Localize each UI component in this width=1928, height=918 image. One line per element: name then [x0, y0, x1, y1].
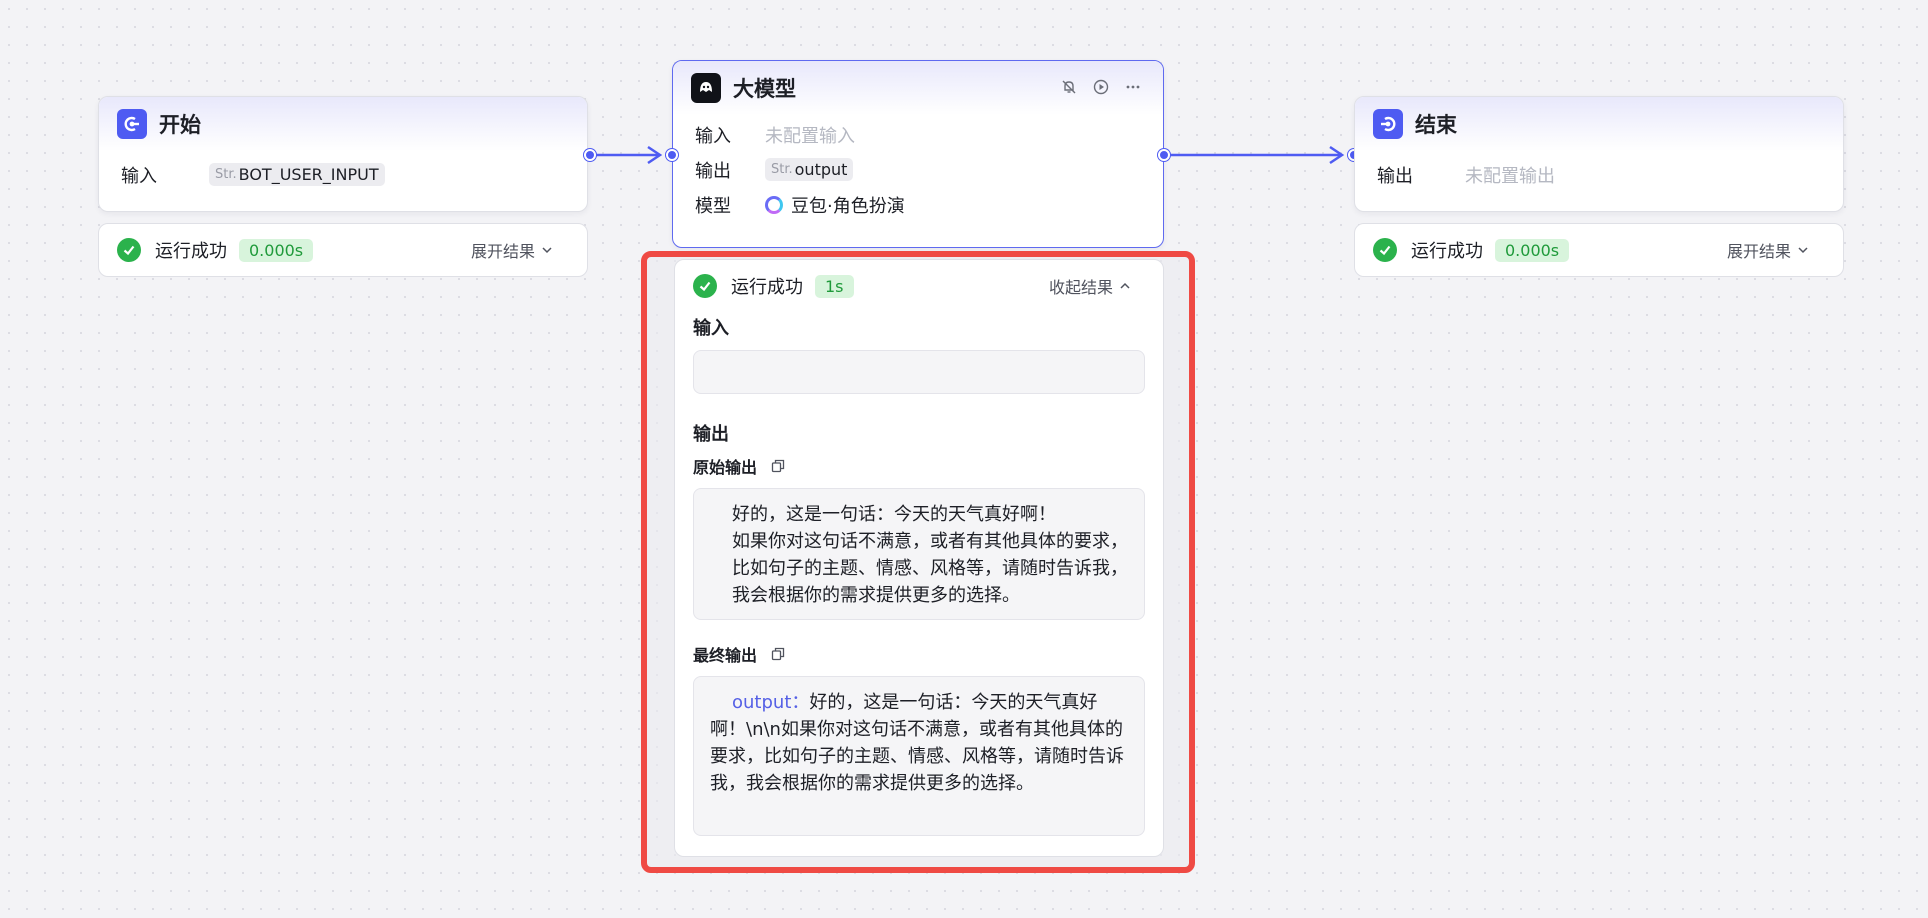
more-icon[interactable] — [1125, 79, 1141, 95]
final-output-content: output：好的，这是一句话：今天的天气真好啊！\n\n如果你对这句话不满意，… — [710, 689, 1128, 797]
llm-status-row: 运行成功 1s 收起结果 — [693, 260, 1145, 312]
start-input-value: BOT_USER_INPUT — [238, 165, 379, 184]
llm-status-text: 运行成功 — [731, 277, 803, 298]
end-output-value: 未配置输出 — [1465, 165, 1555, 187]
end-status-text: 运行成功 — [1411, 241, 1483, 262]
success-check-icon — [693, 274, 717, 298]
end-output-row: 输出 未配置输出 — [1355, 157, 1843, 192]
llm-output-label: 输出 — [695, 160, 731, 182]
result-input-box — [693, 350, 1145, 394]
llm-model-row: 模型 豆包·角色扮演 — [673, 187, 1163, 222]
llm-input-row: 输入 未配置输入 — [673, 117, 1163, 152]
start-node-header: 开始 — [99, 97, 587, 151]
llm-output-value: output — [794, 160, 848, 179]
llm-node-actions — [1061, 79, 1141, 95]
end-expand-label: 展开结果 — [1726, 242, 1791, 261]
end-expand-toggle[interactable]: 展开结果 — [1727, 238, 1809, 262]
final-output-title: 最终输出 — [693, 646, 758, 665]
llm-output-tag: Str. output — [765, 158, 854, 181]
llm-node-header: 大模型 — [673, 61, 1163, 115]
raw-output-box: 好的，这是一句话：今天的天气真好啊！ 如果你对这句话不满意，或者有其他具体的要求… — [693, 488, 1145, 620]
llm-bot-icon — [691, 73, 721, 103]
llm-input-port[interactable] — [666, 149, 678, 161]
end-time-badge: 0.000s — [1495, 238, 1570, 262]
end-node[interactable]: 结束 输出 未配置输出 — [1354, 96, 1844, 212]
llm-node-title: 大模型 — [733, 77, 796, 101]
raw-output-header: 原始输出 — [693, 454, 1145, 478]
end-node-title: 结束 — [1415, 113, 1457, 137]
start-time-badge: 0.000s — [239, 238, 314, 262]
start-expand-toggle[interactable]: 展开结果 — [471, 238, 553, 262]
llm-collapse-label: 收起结果 — [1048, 278, 1113, 297]
llm-node[interactable]: 大模型 输入 未配置输入 输出 Str. output 模型 豆包·角色扮演 — [672, 60, 1164, 248]
bell-off-icon[interactable] — [1061, 79, 1077, 95]
llm-output-row: 输出 Str. output — [673, 152, 1163, 187]
copy-icon[interactable] — [771, 647, 785, 661]
success-check-icon — [117, 238, 141, 262]
llm-collapse-toggle[interactable]: 收起结果 — [1049, 274, 1131, 298]
llm-input-value: 未配置输入 — [765, 125, 855, 147]
llm-input-label: 输入 — [695, 125, 731, 147]
end-output-label: 输出 — [1377, 165, 1413, 187]
raw-output-title: 原始输出 — [693, 458, 758, 477]
llm-output-port[interactable] — [1158, 149, 1170, 161]
type-label: Str. — [215, 167, 237, 182]
result-input-title: 输入 — [693, 318, 729, 339]
success-check-icon — [1373, 238, 1397, 262]
start-expand-label: 展开结果 — [470, 242, 535, 261]
llm-model-value: 豆包·角色扮演 — [791, 195, 905, 217]
start-input-label: 输入 — [121, 165, 157, 187]
llm-model-label: 模型 — [695, 195, 731, 217]
start-output-port[interactable] — [584, 149, 596, 161]
type-label: Str. — [771, 162, 793, 177]
end-node-header: 结束 — [1355, 97, 1843, 151]
chevron-down-icon — [1798, 247, 1808, 254]
start-status-card: 运行成功 0.000s 展开结果 — [98, 223, 588, 277]
play-icon[interactable] — [1093, 79, 1109, 95]
end-icon — [1373, 109, 1403, 139]
end-status-card: 运行成功 0.000s 展开结果 — [1354, 223, 1844, 277]
chevron-up-icon — [1120, 282, 1130, 289]
start-status-text: 运行成功 — [155, 241, 227, 262]
start-node[interactable]: 开始 输入 Str. BOT_USER_INPUT — [98, 96, 588, 212]
llm-time-badge: 1s — [815, 274, 854, 298]
start-icon — [117, 109, 147, 139]
copy-icon[interactable] — [771, 459, 785, 473]
start-input-row: 输入 Str. BOT_USER_INPUT — [99, 157, 587, 192]
chevron-down-icon — [542, 247, 552, 254]
start-input-tag: Str. BOT_USER_INPUT — [209, 163, 385, 186]
final-output-key: output： — [732, 692, 810, 713]
raw-output-text: 好的，这是一句话：今天的天气真好啊！ 如果你对这句话不满意，或者有其他具体的要求… — [732, 504, 1128, 606]
result-output-title: 输出 — [693, 424, 729, 445]
final-output-box: output：好的，这是一句话：今天的天气真好啊！\n\n如果你对这句话不满意，… — [693, 676, 1145, 836]
doubao-model-icon — [765, 195, 783, 214]
final-output-header: 最终输出 — [693, 642, 1145, 666]
llm-result-panel: 运行成功 1s 收起结果 输入 输出 原始输出 好的，这是一句话：今天的天气真好… — [674, 259, 1164, 857]
start-node-title: 开始 — [159, 113, 201, 137]
